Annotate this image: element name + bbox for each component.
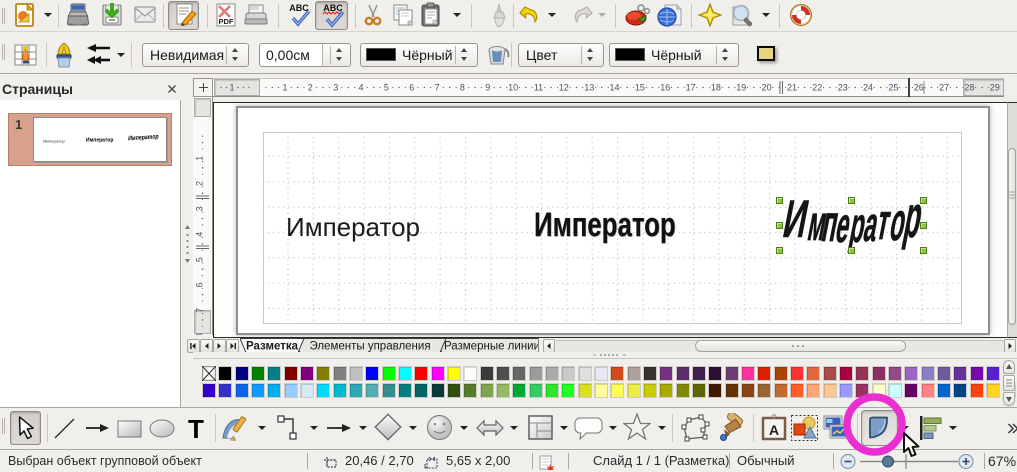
svg-text:20: 20 (762, 83, 772, 93)
svg-text:12: 12 (559, 83, 569, 93)
svg-text:6: 6 (195, 282, 205, 287)
svg-text:25: 25 (888, 83, 898, 93)
svg-text:1: 1 (282, 83, 287, 93)
svg-text:ABC: ABC (289, 3, 309, 13)
svg-text:1: 1 (229, 83, 234, 93)
svg-text:24: 24 (863, 83, 873, 93)
svg-text:Элементы управления: Элементы управления (309, 341, 430, 353)
svg-text:7: 7 (435, 83, 440, 93)
svg-text:2: 2 (195, 181, 205, 186)
svg-text:4: 4 (195, 232, 205, 237)
svg-text:Разметка: Разметка (246, 341, 299, 353)
svg-text:8: 8 (460, 83, 465, 93)
svg-text:17: 17 (686, 83, 696, 93)
svg-text:A: A (769, 422, 779, 438)
svg-text:5: 5 (384, 83, 389, 93)
svg-text:Размерные линии: Размерные линии (444, 341, 538, 353)
svg-text:28: 28 (964, 83, 974, 93)
svg-text:2: 2 (308, 83, 313, 93)
svg-text:6: 6 (409, 83, 414, 93)
svg-text:15: 15 (635, 83, 645, 93)
svg-text:4: 4 (358, 83, 363, 93)
svg-text:9: 9 (485, 83, 490, 93)
svg-text:21: 21 (787, 83, 797, 93)
svg-text:1: 1 (195, 156, 205, 161)
svg-text:11: 11 (534, 83, 543, 93)
svg-text:8: 8 (195, 333, 205, 335)
svg-text:10: 10 (508, 83, 518, 93)
svg-text:5: 5 (195, 257, 205, 262)
svg-text:3: 3 (195, 206, 205, 211)
svg-text:3: 3 (333, 83, 338, 93)
svg-text:18: 18 (711, 83, 721, 93)
svg-text:19: 19 (736, 83, 746, 93)
svg-text:13: 13 (584, 83, 594, 93)
svg-text:26: 26 (914, 83, 924, 93)
svg-text:27: 27 (939, 83, 949, 93)
svg-text:14: 14 (609, 83, 619, 93)
svg-text:16: 16 (660, 83, 670, 93)
svg-text:23: 23 (838, 83, 848, 93)
svg-text:29: 29 (990, 83, 1000, 93)
svg-text:22: 22 (812, 83, 822, 93)
svg-text:7: 7 (195, 308, 205, 313)
svg-text:PDF: PDF (219, 17, 234, 26)
